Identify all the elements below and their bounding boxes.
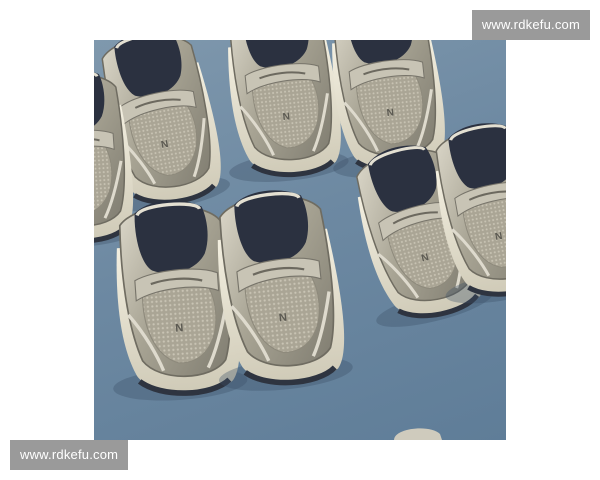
shoes-scene: N <box>94 40 506 440</box>
product-photo: N <box>94 40 506 440</box>
watermark-top: www.rdkefu.com <box>471 10 590 40</box>
shoe-image <box>212 40 350 187</box>
watermark-bottom: www.rdkefu.com <box>10 440 129 470</box>
